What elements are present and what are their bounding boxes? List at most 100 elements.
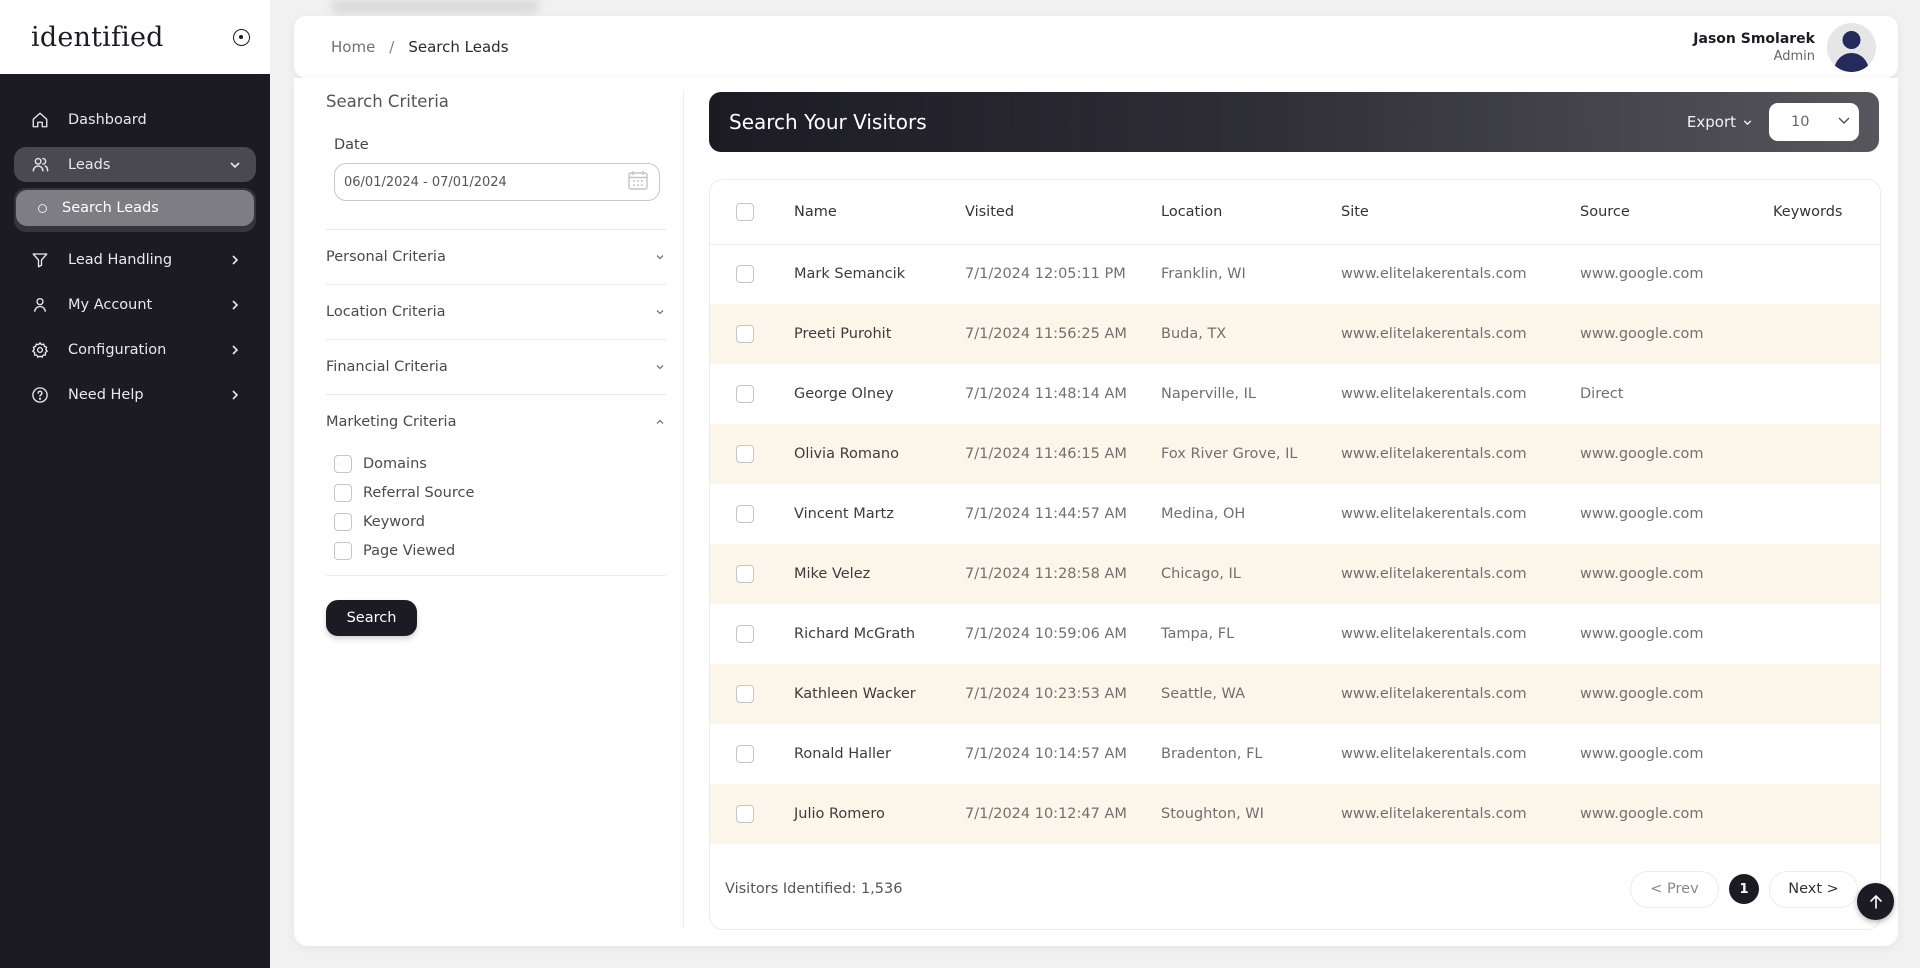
accordion-label: Location Criteria — [326, 304, 446, 320]
column-header-source[interactable]: Source — [1580, 180, 1773, 245]
referral-source-checkbox[interactable] — [334, 483, 352, 502]
row-checkbox[interactable] — [736, 325, 754, 343]
cell-location: Naperville, IL — [1161, 386, 1256, 402]
table-row[interactable]: Ronald Haller 7/1/2024 10:14:57 AM Bradent… — [710, 724, 1880, 784]
sidebar-item-label: Need Help — [68, 386, 144, 403]
user-menu[interactable]: Jason Smolarek Admin — [1693, 22, 1876, 72]
option-page-viewed[interactable]: Page Viewed — [334, 536, 666, 565]
table-row[interactable]: Richard McGrath 7/1/2024 10:59:06 AM Tampa… — [710, 604, 1880, 664]
cell-name[interactable]: Richard McGrath — [794, 604, 965, 664]
column-header-visited[interactable]: Visited — [965, 180, 1161, 245]
cell-location: Buda, TX — [1161, 304, 1341, 364]
chevron-right-icon — [228, 298, 242, 312]
cell-name[interactable]: Vincent Martz — [794, 484, 965, 544]
sidebar-item-my-account[interactable]: My Account — [14, 287, 256, 322]
cell-name[interactable]: Mark Semancik — [794, 244, 965, 304]
table-footer: Visitors Identified: 1,536 < Prev 1 Next… — [710, 849, 1880, 929]
cell-name[interactable]: Preeti Purohit — [794, 304, 965, 364]
accordion-financial-criteria[interactable]: Financial Criteria — [326, 339, 666, 394]
avatar[interactable] — [1827, 22, 1876, 72]
search-button[interactable]: Search — [326, 600, 417, 636]
sidebar-item-dashboard[interactable]: Dashboard — [14, 102, 256, 137]
accordion-location-criteria[interactable]: Location Criteria — [326, 284, 666, 339]
cell-keywords — [1773, 244, 1880, 304]
page-number-current[interactable]: 1 — [1729, 874, 1759, 904]
table-body: Mark Semancik 7/1/2024 12:05:11 PM Frankli… — [710, 244, 1880, 844]
accordion-marketing-criteria[interactable]: Marketing Criteria — [326, 394, 666, 449]
visitors-table-container: Name Visited Location Site Source Keywor… — [709, 179, 1881, 930]
row-checkbox[interactable] — [736, 745, 754, 763]
column-header-site[interactable]: Site — [1341, 180, 1580, 245]
column-header-keywords[interactable]: Keywords — [1773, 180, 1880, 245]
table-row[interactable]: Mike Velez 7/1/2024 11:28:58 AM Chicago, I… — [710, 544, 1880, 604]
row-checkbox[interactable] — [736, 505, 754, 523]
cell-name[interactable]: Olivia Romano — [794, 424, 965, 484]
row-checkbox[interactable] — [736, 265, 754, 284]
domains-checkbox[interactable] — [334, 454, 352, 473]
date-range-input[interactable]: 06/01/2024 - 07/01/2024 — [334, 163, 660, 201]
visitors-header: Search Your Visitors Export 10 — [709, 92, 1879, 152]
prev-page-button[interactable]: < Prev — [1630, 870, 1719, 908]
option-domains[interactable]: Domains — [334, 449, 666, 478]
chevron-down-icon — [228, 158, 242, 172]
option-label: Page Viewed — [363, 542, 456, 559]
cell-name[interactable]: Ronald Haller — [794, 724, 965, 784]
breadcrumb-home-link[interactable]: Home — [331, 38, 375, 56]
row-checkbox[interactable] — [736, 565, 754, 583]
table-row[interactable]: George Olney 7/1/2024 11:48:14 AM Napervil… — [710, 364, 1880, 424]
visitors-table: Name Visited Location Site Source Keywor… — [710, 180, 1880, 844]
cell-name[interactable]: Julio Romero — [794, 784, 965, 844]
row-checkbox[interactable] — [736, 685, 754, 703]
table-row[interactable]: Vincent Martz 7/1/2024 11:44:57 AM Medina,… — [710, 484, 1880, 544]
export-dropdown[interactable]: Export — [1687, 113, 1753, 131]
option-keyword[interactable]: Keyword — [334, 507, 666, 536]
cell-keywords — [1773, 784, 1880, 844]
sidebar-subitem-active[interactable]: Search Leads — [16, 190, 254, 226]
chevron-right-icon — [228, 343, 242, 357]
column-header-location[interactable]: Location — [1161, 180, 1341, 245]
cell-keywords — [1773, 724, 1880, 784]
user-name: Jason Smolarek — [1693, 30, 1815, 47]
sidebar-item-leads[interactable]: Leads — [14, 147, 256, 182]
sidebar-item-lead-handling[interactable]: Lead Handling — [14, 242, 256, 277]
row-checkbox[interactable] — [736, 625, 754, 643]
cell-name[interactable]: Mike Velez — [794, 544, 965, 604]
table-row[interactable]: Kathleen Wacker 7/1/2024 10:23:53 AM Seatt… — [710, 664, 1880, 724]
option-referral-source[interactable]: Referral Source — [334, 478, 666, 507]
table-row[interactable]: Mark Semancik 7/1/2024 12:05:11 PM Frankli… — [710, 244, 1880, 304]
row-checkbox[interactable] — [736, 805, 754, 823]
column-header-name[interactable]: Name — [794, 180, 965, 245]
scroll-to-top-button[interactable] — [1857, 883, 1894, 920]
user-icon — [30, 295, 50, 315]
sidebar-toggle-icon[interactable] — [233, 28, 250, 46]
row-checkbox[interactable] — [736, 445, 754, 463]
chevron-down-icon — [654, 306, 666, 318]
table-row[interactable]: Preeti Purohit 7/1/2024 11:56:25 AM Buda, … — [710, 304, 1880, 364]
select-all-checkbox[interactable] — [736, 202, 754, 221]
keyword-checkbox[interactable] — [334, 512, 352, 531]
row-select-cell — [710, 364, 794, 424]
next-page-button[interactable]: Next > — [1769, 870, 1858, 908]
cell-site: www.elitelakerentals.com — [1341, 544, 1580, 604]
row-checkbox[interactable] — [736, 385, 754, 403]
calendar-icon[interactable] — [627, 169, 649, 195]
sidebar-item-configuration[interactable]: Configuration — [14, 332, 256, 367]
sidebar-subitem-search-leads[interactable]: Search Leads — [14, 188, 256, 232]
cell-name[interactable]: George Olney — [794, 364, 965, 424]
cell-visited: 7/1/2024 10:14:57 AM — [965, 746, 1127, 762]
cell-location: Fox River Grove, IL — [1161, 424, 1341, 484]
sidebar-item-need-help[interactable]: Need Help — [14, 377, 256, 412]
sidebar-item-label: Configuration — [68, 341, 167, 358]
accordion-personal-criteria[interactable]: Personal Criteria — [326, 229, 666, 284]
table-row[interactable]: Olivia Romano 7/1/2024 11:46:15 AM Fox Riv… — [710, 424, 1880, 484]
panel-divider — [683, 90, 684, 928]
table-row[interactable]: Julio Romero 7/1/2024 10:12:47 AM Stoughto… — [710, 784, 1880, 844]
cell-visited: 7/1/2024 12:05:11 PM — [965, 266, 1126, 283]
table-header-row: Name Visited Location Site Source Keywor… — [710, 180, 1880, 245]
cell-visited: 7/1/2024 10:12:47 AM — [965, 784, 1161, 844]
cell-location: Bradenton, FL — [1161, 746, 1263, 762]
circle-bullet-icon — [38, 203, 47, 213]
page-viewed-checkbox[interactable] — [334, 541, 352, 560]
per-page-select[interactable]: 10 — [1769, 103, 1859, 141]
cell-name[interactable]: Kathleen Wacker — [794, 664, 965, 724]
